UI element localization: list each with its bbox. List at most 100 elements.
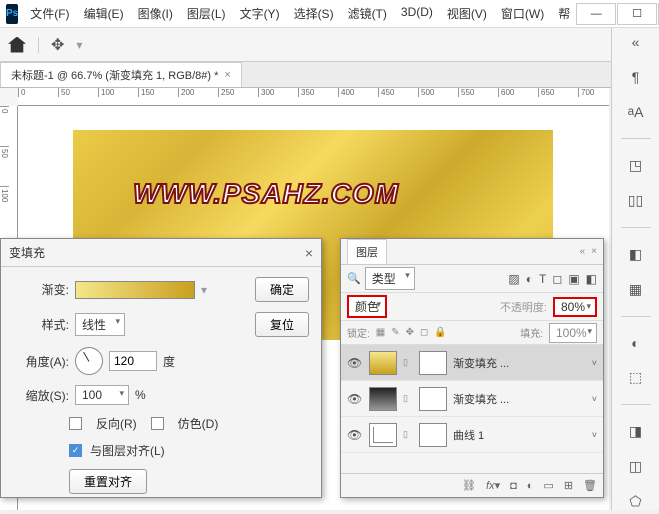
expand-icon[interactable]: ˅ — [592, 394, 597, 404]
fill-dropdown[interactable]: 100% — [549, 323, 597, 343]
menu-3d[interactable]: 3D(D) — [395, 1, 439, 26]
reverse-label: 反向(R) — [96, 415, 137, 432]
history-icon[interactable]: ◳ — [624, 157, 648, 174]
opacity-dropdown[interactable]: 80% — [553, 297, 597, 317]
menu-select[interactable]: 选择(S) — [288, 1, 340, 26]
adjustment-icon[interactable]: ◐ — [527, 480, 534, 492]
dither-checkbox[interactable] — [151, 417, 164, 430]
character-icon[interactable]: aA — [624, 103, 648, 120]
adjustments-icon[interactable]: ◐ — [624, 335, 648, 352]
tab-layers[interactable]: 图层 — [347, 239, 387, 264]
dither-label: 仿色(D) — [178, 415, 219, 432]
titlebar: Ps 文件(F) 编辑(E) 图像(I) 图层(L) 文字(Y) 选择(S) 滤… — [0, 0, 659, 28]
delete-icon[interactable]: 🗑 — [583, 479, 597, 492]
styles-icon[interactable]: ⬚ — [624, 369, 648, 386]
maximize-button[interactable]: ☐ — [617, 3, 657, 25]
dropdown-caret-icon[interactable]: ▾ — [76, 38, 82, 52]
menu-edit[interactable]: 编辑(E) — [78, 1, 130, 26]
blend-mode-dropdown[interactable]: 颜色 — [347, 295, 387, 318]
menu-view[interactable]: 视图(V) — [441, 1, 493, 26]
gradient-swatch[interactable] — [75, 281, 195, 299]
fx-icon[interactable]: fx▾ — [486, 479, 500, 492]
close-tab-icon[interactable]: × — [224, 69, 230, 81]
filter-adjust-icon[interactable]: ◐ — [526, 272, 533, 286]
lock-paint-icon[interactable]: ✎ — [391, 327, 399, 338]
filter-shape-icon[interactable]: ◻ — [552, 272, 562, 286]
scale-unit: % — [135, 388, 146, 402]
layer-thumb[interactable] — [369, 423, 397, 447]
angle-input[interactable] — [109, 351, 157, 371]
layer-thumb[interactable] — [369, 387, 397, 411]
paragraph-icon[interactable]: ¶ — [624, 69, 648, 86]
menu-filter[interactable]: 滤镜(T) — [342, 1, 393, 26]
mask-thumb[interactable] — [419, 387, 447, 411]
lock-all-icon[interactable]: 🔒 — [434, 327, 446, 338]
visibility-icon[interactable]: 👁 — [347, 428, 363, 442]
app-icon: Ps — [6, 4, 18, 24]
menu-file[interactable]: 文件(F) — [24, 1, 75, 26]
align-checkbox[interactable]: ✓ — [69, 444, 82, 457]
ruler-horizontal: 0501001502002503003504004505005506006507… — [18, 88, 609, 106]
visibility-icon[interactable]: 👁 — [347, 356, 363, 370]
layer-panel-footer: ⛓ fx▾ ◘ ◐ ▭ ⊞ 🗑 — [341, 473, 603, 497]
layer-row[interactable]: 👁 ▯ 渐变填充 ... ˅ — [341, 345, 603, 381]
paths-icon[interactable]: ⬠ — [624, 493, 648, 510]
panel-tabs: 图层 « × — [341, 239, 603, 265]
new-layer-icon[interactable]: ⊞ — [564, 479, 573, 492]
expand-icon[interactable]: ˅ — [592, 358, 597, 368]
lock-position-icon[interactable]: ✥ — [406, 327, 414, 338]
style-dropdown[interactable]: 线性 — [75, 313, 125, 336]
menu-layer[interactable]: 图层(L) — [181, 1, 232, 26]
gradient-dropdown-icon[interactable]: ▾ — [201, 283, 207, 297]
layer-name[interactable]: 渐变填充 ... — [453, 391, 586, 407]
mask-thumb[interactable] — [419, 351, 447, 375]
lock-transparent-icon[interactable]: ▦ — [376, 327, 385, 338]
layer-row[interactable]: 👁 ▯ 曲线 1 ˅ — [341, 417, 603, 453]
separator — [38, 37, 39, 53]
mask-thumb[interactable] — [419, 423, 447, 447]
ok-button[interactable]: 确定 — [255, 277, 309, 302]
filter-smart-icon[interactable]: ▣ — [568, 272, 579, 286]
layer-name[interactable]: 曲线 1 — [453, 427, 586, 443]
filter-toggle-icon[interactable]: ◧ — [586, 272, 597, 286]
reset-align-button[interactable]: 重置对齐 — [69, 469, 147, 494]
menubar: 文件(F) 编辑(E) 图像(I) 图层(L) 文字(Y) 选择(S) 滤镜(T… — [24, 1, 576, 26]
filter-pixel-icon[interactable]: ▨ — [508, 272, 519, 286]
menu-type[interactable]: 文字(Y) — [234, 1, 286, 26]
document-tab[interactable]: 未标题-1 @ 66.7% (渐变填充 1, RGB/8#) * × — [0, 62, 242, 87]
reset-button[interactable]: 复位 — [255, 312, 309, 337]
minimize-button[interactable]: — — [576, 3, 616, 25]
link-layers-icon[interactable]: ⛓ — [462, 479, 476, 492]
reverse-checkbox[interactable] — [69, 417, 82, 430]
filter-type-icon[interactable]: T — [539, 272, 546, 286]
channels-icon[interactable]: ◫ — [624, 458, 648, 475]
home-icon[interactable] — [8, 37, 26, 53]
menu-help[interactable]: 帮 — [552, 1, 576, 26]
angle-dial[interactable] — [75, 347, 103, 375]
panel-close-icon[interactable]: × — [591, 246, 597, 257]
properties-icon[interactable]: ▯▯ — [624, 192, 648, 209]
expand-icon[interactable]: ˅ — [592, 430, 597, 440]
angle-label: 角度(A): — [13, 353, 69, 370]
layers-icon[interactable]: ◨ — [624, 423, 648, 440]
swatches-icon[interactable]: ▦ — [624, 281, 648, 298]
menu-image[interactable]: 图像(I) — [132, 1, 179, 26]
visibility-icon[interactable]: 👁 — [347, 392, 363, 406]
filter-type-dropdown[interactable]: 类型 — [365, 267, 415, 290]
group-icon[interactable]: ▭ — [543, 479, 553, 492]
color-icon[interactable]: ◧ — [624, 246, 648, 263]
panel-collapse-icon[interactable]: « — [580, 246, 586, 257]
scale-dropdown[interactable]: 100 — [75, 385, 129, 405]
move-tool-icon[interactable]: ✥ — [51, 35, 64, 55]
layer-row[interactable]: 👁 ▯ 渐变填充 ... ˅ — [341, 381, 603, 417]
layer-name[interactable]: 渐变填充 ... — [453, 355, 586, 371]
menu-window[interactable]: 窗口(W) — [495, 1, 550, 26]
dialog-close-icon[interactable]: × — [305, 245, 313, 261]
dialog-titlebar[interactable]: 变填充 × — [1, 239, 321, 267]
collapse-icon[interactable]: « — [624, 34, 648, 51]
search-icon[interactable]: 🔍 — [347, 272, 361, 285]
lock-artboard-icon[interactable]: ◻ — [420, 327, 428, 338]
gradient-fill-dialog: 变填充 × 渐变: ▾ 确定 样式: 线性 复位 角度(A): 度 缩放(S):… — [0, 238, 322, 498]
layer-thumb[interactable] — [369, 351, 397, 375]
mask-icon[interactable]: ◘ — [510, 480, 517, 492]
